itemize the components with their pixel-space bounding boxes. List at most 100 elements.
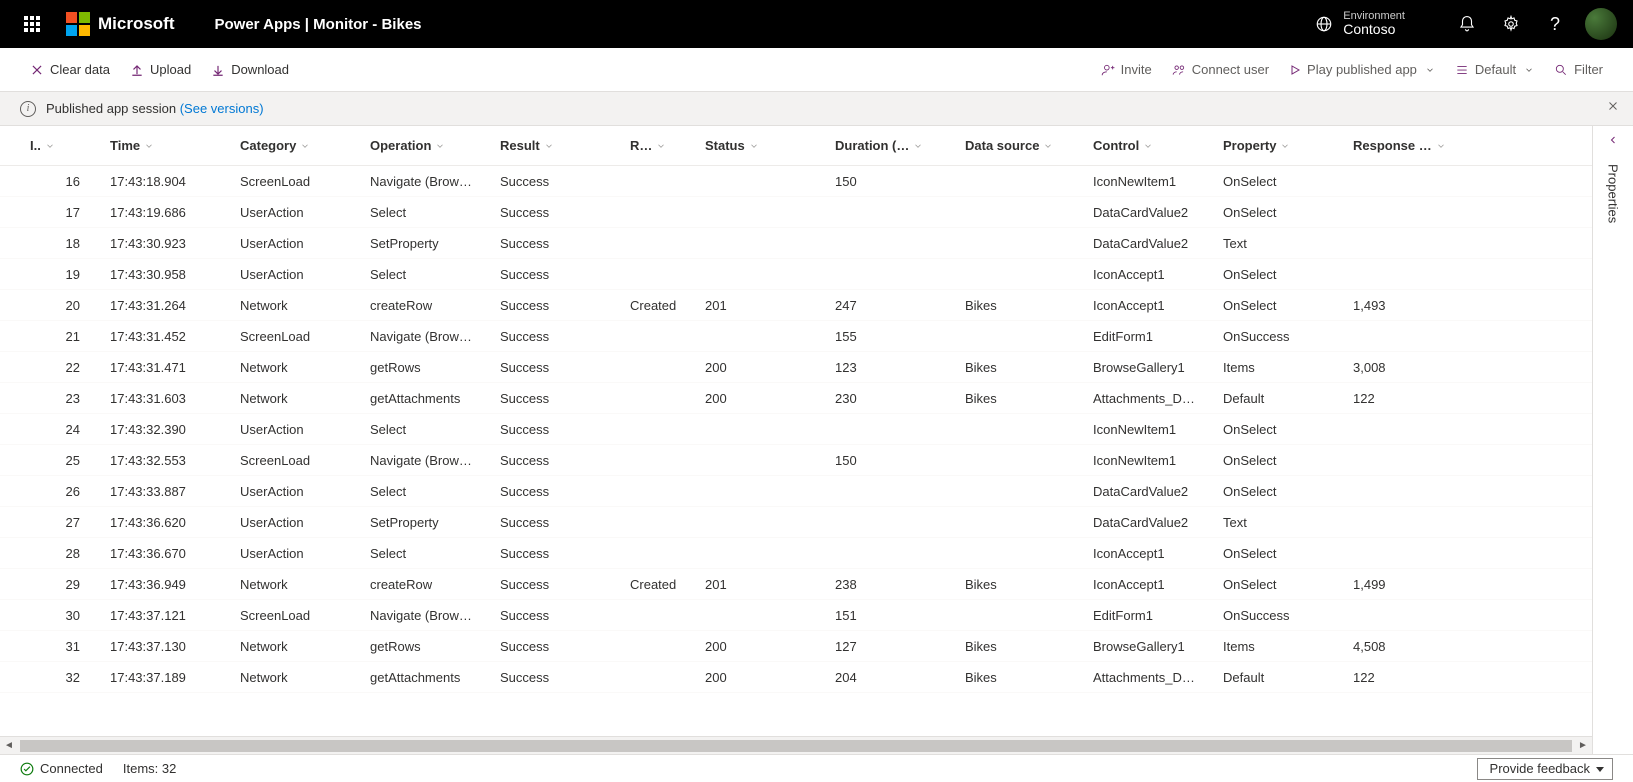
close-icon [1607,100,1619,112]
table-row[interactable]: 1917:43:30.958UserActionSelectSuccessIco… [0,259,1592,290]
cell-operation: SetProperty [370,236,500,251]
col-property[interactable]: Property [1223,138,1353,153]
col-rstatus[interactable]: R… [630,138,705,153]
table-row[interactable]: 2517:43:32.553ScreenLoadNavigate (Brow…S… [0,445,1592,476]
table-row[interactable]: 3017:43:37.121ScreenLoadNavigate (Brow…S… [0,600,1592,631]
clear-data-button[interactable]: Clear data [20,48,120,91]
cell-rstatus: Created [630,298,705,313]
cell-time: 17:43:31.264 [110,298,240,313]
table-row[interactable]: 2117:43:31.452ScreenLoadNavigate (Brow…S… [0,321,1592,352]
close-icon [30,63,44,77]
help-button[interactable]: ? [1533,0,1577,48]
cell-id: 32 [30,670,110,685]
download-button[interactable]: Download [201,48,299,91]
table-row[interactable]: 2417:43:32.390UserActionSelectSuccessIco… [0,414,1592,445]
table-row[interactable]: 3117:43:37.130NetworkgetRowsSuccess20012… [0,631,1592,662]
cell-result: Success [500,608,630,623]
cell-operation: getAttachments [370,391,500,406]
cell-category: UserAction [240,546,370,561]
search-icon [1554,63,1568,77]
cell-id: 16 [30,174,110,189]
cell-result: Success [500,639,630,654]
col-operation[interactable]: Operation [370,138,500,153]
table-row[interactable]: 2717:43:36.620UserActionSetPropertySucce… [0,507,1592,538]
notifications-button[interactable] [1445,0,1489,48]
table-row[interactable]: 3217:43:37.189NetworkgetAttachmentsSucce… [0,662,1592,693]
cell-control: IconNewItem1 [1093,174,1223,189]
chevron-left-icon [1607,134,1619,146]
cell-control: EditForm1 [1093,329,1223,344]
properties-label: Properties [1606,164,1621,223]
cell-duration: 238 [835,577,965,592]
col-control[interactable]: Control [1093,138,1223,153]
col-response[interactable]: Response … [1353,138,1463,153]
see-versions-link[interactable]: (See versions) [180,101,264,116]
invite-button[interactable]: Invite [1091,48,1162,91]
gear-icon [1502,15,1520,33]
table-row[interactable]: 2017:43:31.264NetworkcreateRowSuccessCre… [0,290,1592,321]
app-launcher-button[interactable] [8,0,56,48]
environment-name: Contoso [1343,22,1405,37]
chevron-down-icon [144,141,154,151]
chevron-down-icon [1043,141,1053,151]
cell-category: ScreenLoad [240,174,370,189]
table-row[interactable]: 1817:43:30.923UserActionSetPropertySucce… [0,228,1592,259]
upload-button[interactable]: Upload [120,48,201,91]
cell-property: OnSelect [1223,267,1353,282]
scroll-left-arrow[interactable]: ◄ [0,737,18,755]
table-row[interactable]: 1617:43:18.904ScreenLoadNavigate (Brow…S… [0,166,1592,197]
table-row[interactable]: 1717:43:19.686UserActionSelectSuccessDat… [0,197,1592,228]
cell-category: UserAction [240,422,370,437]
default-dropdown[interactable]: Default [1445,48,1544,91]
col-datasource[interactable]: Data source [965,138,1093,153]
cell-result: Success [500,577,630,592]
col-duration[interactable]: Duration (… [835,138,965,153]
cell-control: DataCardValue2 [1093,205,1223,220]
cell-category: Network [240,298,370,313]
col-id[interactable]: I.. [30,138,110,153]
scroll-track[interactable] [20,740,1572,752]
cell-operation: Navigate (Brow… [370,453,500,468]
cell-datasource: Bikes [965,360,1093,375]
cell-id: 20 [30,298,110,313]
table-row[interactable]: 2617:43:33.887UserActionSelectSuccessDat… [0,476,1592,507]
environment-picker[interactable]: Environment Contoso [1315,10,1405,37]
scroll-right-arrow[interactable]: ► [1574,737,1592,755]
cell-property: OnSelect [1223,484,1353,499]
provide-feedback-button[interactable]: Provide feedback [1477,758,1613,780]
waffle-icon [24,16,40,32]
cell-operation: Navigate (Brow… [370,174,500,189]
connect-user-button[interactable]: Connect user [1162,48,1279,91]
horizontal-scrollbar[interactable]: ◄ ► [0,736,1592,754]
col-category[interactable]: Category [240,138,370,153]
cell-category: ScreenLoad [240,608,370,623]
expand-properties-button[interactable] [1607,134,1619,146]
col-result[interactable]: Result [500,138,630,153]
grid-body[interactable]: 1617:43:18.904ScreenLoadNavigate (Brow…S… [0,166,1592,736]
settings-button[interactable] [1489,0,1533,48]
cell-id: 25 [30,453,110,468]
table-row[interactable]: 2217:43:31.471NetworkgetRowsSuccess20012… [0,352,1592,383]
cell-response: 3,008 [1353,360,1463,375]
cell-property: Default [1223,670,1353,685]
cell-result: Success [500,422,630,437]
cell-duration: 204 [835,670,965,685]
table-row[interactable]: 2817:43:36.670UserActionSelectSuccessIco… [0,538,1592,569]
col-status[interactable]: Status [705,138,835,153]
play-app-button[interactable]: Play published app [1279,48,1445,91]
chevron-down-icon [435,141,445,151]
cell-category: Network [240,577,370,592]
col-time[interactable]: Time [110,138,240,153]
cell-id: 19 [30,267,110,282]
cell-response: 122 [1353,391,1463,406]
play-icon [1289,64,1301,76]
filter-button[interactable]: Filter [1544,48,1613,91]
info-close-button[interactable] [1607,100,1619,112]
cell-datasource: Bikes [965,391,1093,406]
table-row[interactable]: 2917:43:36.949NetworkcreateRowSuccessCre… [0,569,1592,600]
cell-property: OnSelect [1223,577,1353,592]
table-row[interactable]: 2317:43:31.603NetworkgetAttachmentsSucce… [0,383,1592,414]
user-avatar[interactable] [1585,8,1617,40]
cell-category: Network [240,670,370,685]
cell-result: Success [500,360,630,375]
